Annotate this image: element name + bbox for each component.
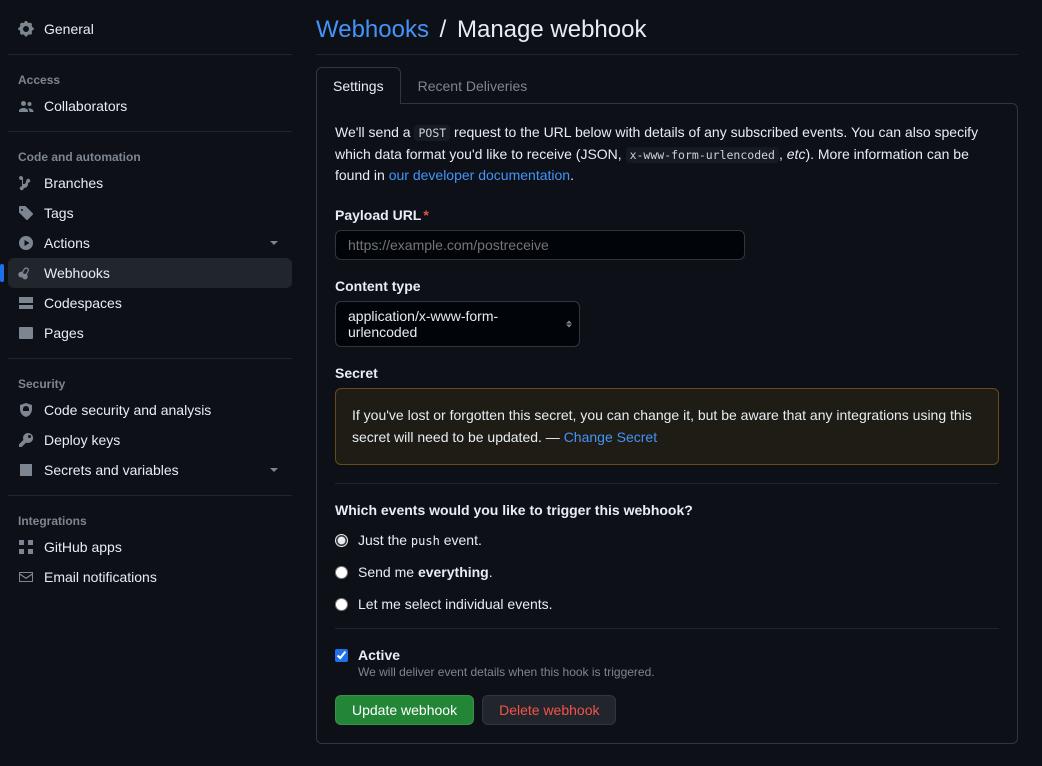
secret-label: Secret: [335, 365, 999, 381]
codespaces-icon: [18, 295, 34, 311]
events-heading: Which events would you like to trigger t…: [335, 502, 999, 518]
active-description: We will deliver event details when this …: [358, 665, 655, 679]
breadcrumb-link[interactable]: Webhooks: [316, 16, 429, 43]
sidebar-item-label: GitHub apps: [44, 539, 282, 555]
key-icon: [18, 432, 34, 448]
people-icon: [18, 98, 34, 114]
sidebar-item-collaborators[interactable]: Collaborators: [8, 91, 292, 121]
sidebar-item-webhooks[interactable]: Webhooks: [8, 258, 292, 288]
event-option-individual[interactable]: Let me select individual events.: [335, 596, 999, 612]
tab-nav: Settings Recent Deliveries: [316, 67, 1018, 104]
update-webhook-button[interactable]: Update webhook: [335, 695, 474, 725]
apps-icon: [18, 539, 34, 555]
play-icon: [18, 235, 34, 251]
sidebar-item-actions[interactable]: Actions: [8, 228, 292, 258]
key-asterisk-icon: [18, 462, 34, 478]
page-title-text: Manage webhook: [457, 16, 646, 43]
sidebar-item-label: Pages: [44, 325, 282, 341]
sidebar-item-email-notifications[interactable]: Email notifications: [8, 562, 292, 592]
content-type-label: Content type: [335, 278, 999, 294]
sidebar-item-label: Secrets and variables: [44, 462, 266, 478]
settings-panel: We'll send a POST request to the URL bel…: [316, 103, 1018, 744]
sidebar-item-general[interactable]: General: [8, 14, 292, 44]
section-heading-security: Security: [8, 369, 292, 395]
event-radio-everything[interactable]: [335, 566, 348, 579]
event-option-everything[interactable]: Send me everything.: [335, 564, 999, 580]
change-secret-link[interactable]: Change Secret: [564, 429, 657, 445]
browser-icon: [18, 325, 34, 341]
gear-icon: [18, 21, 34, 37]
event-option-push[interactable]: Just the push event.: [335, 532, 999, 548]
sidebar-item-label: Code security and analysis: [44, 402, 282, 418]
section-heading-access: Access: [8, 65, 292, 91]
chevron-down-icon: [266, 462, 282, 478]
sidebar-item-github-apps[interactable]: GitHub apps: [8, 532, 292, 562]
sidebar-item-label: Deploy keys: [44, 432, 282, 448]
sidebar-item-label: General: [44, 21, 282, 37]
sidebar-item-branches[interactable]: Branches: [8, 168, 292, 198]
tab-settings[interactable]: Settings: [316, 67, 401, 104]
secret-notice: If you've lost or forgotten this secret,…: [335, 388, 999, 465]
webhook-icon: [18, 265, 34, 281]
main-content: Webhooks / Manage webhook Settings Recen…: [300, 0, 1042, 766]
event-radio-individual[interactable]: [335, 598, 348, 611]
section-heading-integrations: Integrations: [8, 506, 292, 532]
branch-icon: [18, 175, 34, 191]
settings-sidebar: General Access Collaborators Code and au…: [0, 0, 300, 766]
sidebar-item-label: Collaborators: [44, 98, 282, 114]
sidebar-item-deploy-keys[interactable]: Deploy keys: [8, 425, 292, 455]
sidebar-item-label: Codespaces: [44, 295, 282, 311]
sidebar-item-secrets[interactable]: Secrets and variables: [8, 455, 292, 485]
sidebar-item-codespaces[interactable]: Codespaces: [8, 288, 292, 318]
payload-url-input[interactable]: [335, 230, 745, 260]
sidebar-item-label: Tags: [44, 205, 282, 221]
section-heading-code: Code and automation: [8, 142, 292, 168]
mail-icon: [18, 569, 34, 585]
page-title: Webhooks / Manage webhook: [316, 16, 1018, 55]
active-checkbox[interactable]: [335, 649, 348, 662]
sidebar-item-pages[interactable]: Pages: [8, 318, 292, 348]
sidebar-item-label: Webhooks: [44, 265, 282, 281]
delete-webhook-button[interactable]: Delete webhook: [482, 695, 616, 725]
sidebar-item-label: Branches: [44, 175, 282, 191]
sidebar-item-tags[interactable]: Tags: [8, 198, 292, 228]
sidebar-item-label: Actions: [44, 235, 266, 251]
tag-icon: [18, 205, 34, 221]
event-radio-push[interactable]: [335, 534, 348, 547]
content-type-select[interactable]: application/x-www-form-urlencoded: [335, 301, 580, 347]
active-label: Active: [358, 647, 655, 663]
shield-icon: [18, 402, 34, 418]
docs-link[interactable]: our developer documentation: [389, 167, 570, 183]
sidebar-item-label: Email notifications: [44, 569, 282, 585]
sidebar-item-code-security[interactable]: Code security and analysis: [8, 395, 292, 425]
payload-url-label: Payload URL*: [335, 207, 999, 223]
tab-recent-deliveries[interactable]: Recent Deliveries: [401, 67, 545, 104]
chevron-down-icon: [266, 235, 282, 251]
intro-text: We'll send a POST request to the URL bel…: [335, 122, 999, 187]
breadcrumb-sep: /: [440, 16, 447, 43]
